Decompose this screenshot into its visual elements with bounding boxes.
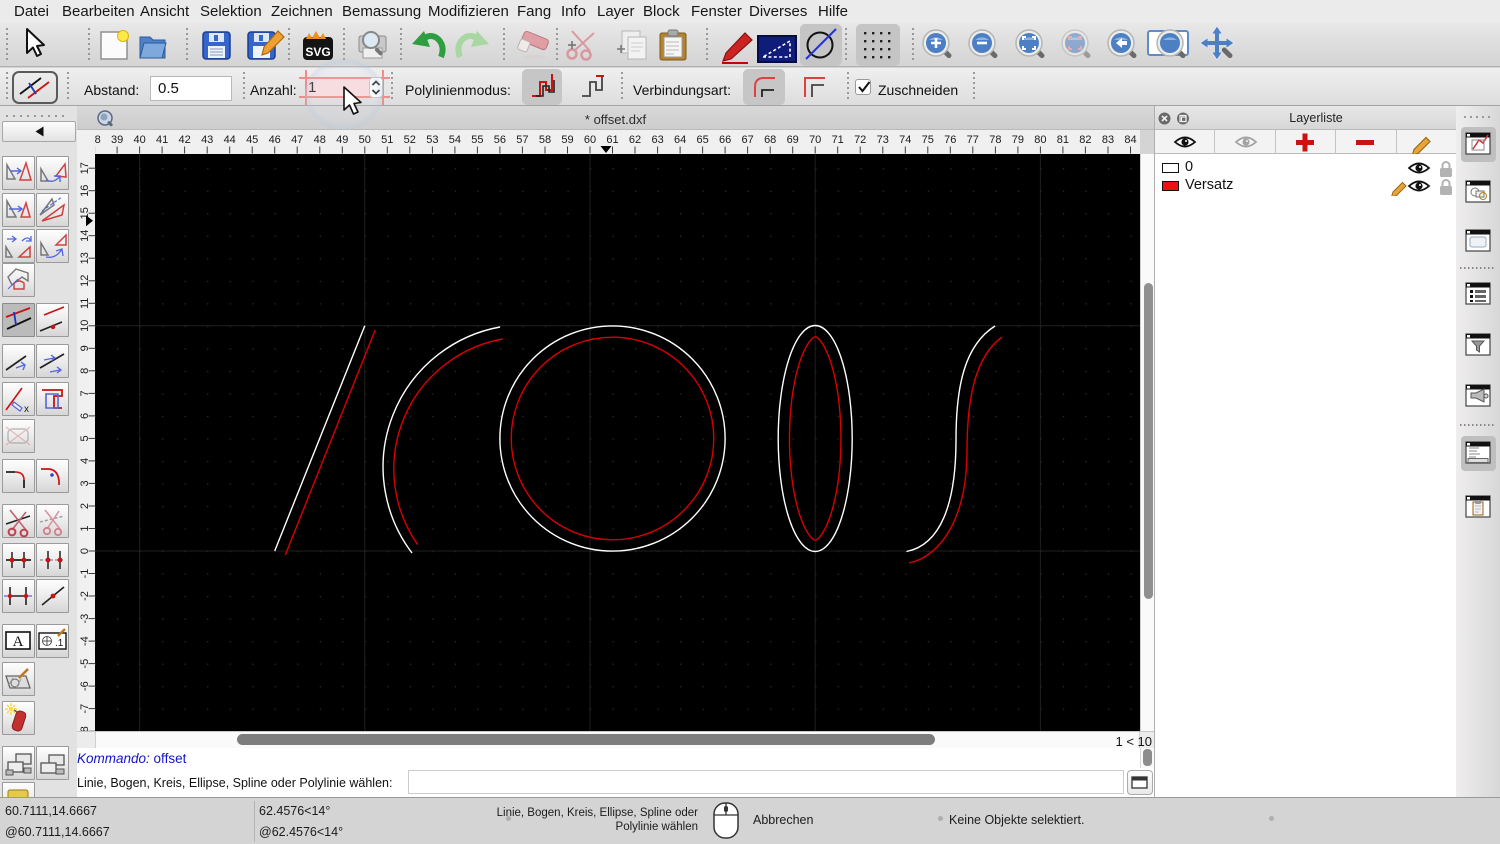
svg-text:42: 42 — [178, 134, 190, 146]
svg-text:72: 72 — [854, 134, 866, 146]
svg-text:61: 61 — [606, 134, 618, 146]
svg-text:76: 76 — [944, 134, 956, 146]
svg-text:70: 70 — [809, 134, 821, 146]
svg-text:65: 65 — [696, 134, 708, 146]
svg-text:SVG: SVG — [305, 45, 330, 59]
svg-text:47: 47 — [291, 134, 303, 146]
svg-text:73: 73 — [877, 134, 889, 146]
svg-text:A: A — [13, 634, 24, 650]
svg-text:48: 48 — [314, 134, 326, 146]
svg-text:69: 69 — [787, 134, 799, 146]
svg-text:49: 49 — [336, 134, 348, 146]
svg-text:84: 84 — [1124, 134, 1136, 146]
svg-text:67: 67 — [741, 134, 753, 146]
svg-text:52: 52 — [404, 134, 416, 146]
svg-text:51: 51 — [381, 134, 393, 146]
svg-text:63: 63 — [651, 134, 663, 146]
svg-text:57: 57 — [516, 134, 528, 146]
svg-text:59: 59 — [561, 134, 573, 146]
svg-text:38: 38 — [95, 134, 101, 146]
svg-text:82: 82 — [1079, 134, 1091, 146]
svg-text:41: 41 — [156, 134, 168, 146]
svg-text:45: 45 — [246, 134, 258, 146]
svg-text:43: 43 — [201, 134, 213, 146]
svg-text:56: 56 — [494, 134, 506, 146]
svg-text:83: 83 — [1102, 134, 1114, 146]
svg-text:39: 39 — [111, 134, 123, 146]
svg-text:79: 79 — [1012, 134, 1024, 146]
svg-text:78: 78 — [989, 134, 1001, 146]
svg-text:44: 44 — [224, 134, 236, 146]
svg-text:75: 75 — [922, 134, 934, 146]
svg-text:60: 60 — [584, 134, 596, 146]
svg-text:50: 50 — [359, 134, 371, 146]
svg-text:40: 40 — [133, 134, 145, 146]
svg-text:55: 55 — [471, 134, 483, 146]
svg-text:54: 54 — [449, 134, 461, 146]
svg-text:77: 77 — [967, 134, 979, 146]
svg-text:74: 74 — [899, 134, 911, 146]
svg-text:.1: .1 — [55, 638, 64, 649]
svg-text:53: 53 — [426, 134, 438, 146]
svg-text:81: 81 — [1057, 134, 1069, 146]
svg-text:58: 58 — [539, 134, 551, 146]
svg-text:x: x — [24, 404, 29, 415]
svg-text:80: 80 — [1034, 134, 1046, 146]
svg-text:46: 46 — [269, 134, 281, 146]
svg-text:64: 64 — [674, 134, 686, 146]
svg-text:71: 71 — [832, 134, 844, 146]
svg-text:66: 66 — [719, 134, 731, 146]
svg-text:68: 68 — [764, 134, 776, 146]
svg-text:62: 62 — [629, 134, 641, 146]
